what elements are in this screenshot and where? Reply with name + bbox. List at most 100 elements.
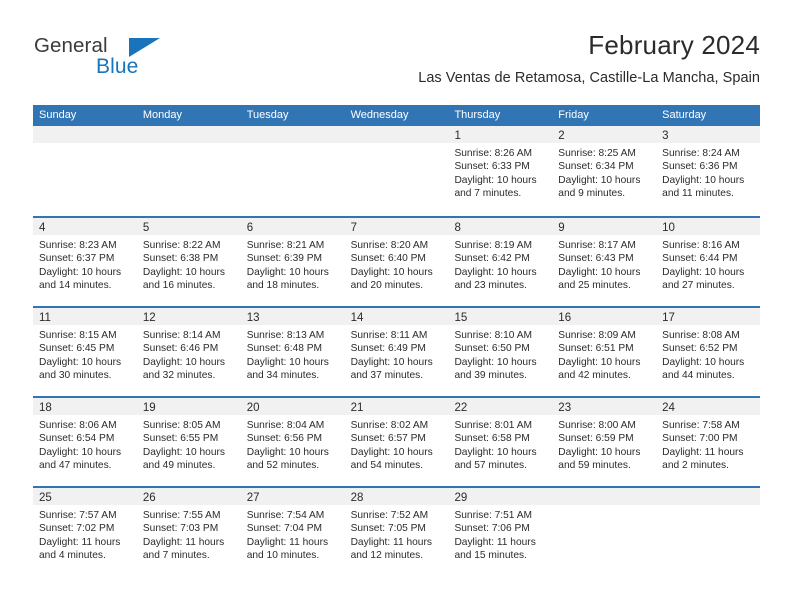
day-detail-body: Sunrise: 8:10 AM Sunset: 6:50 PM Daylight:…: [448, 325, 552, 383]
calendar-day-cell[interactable]: 24 Sunrise: 7:58 AM Sunset: 7:00 PM Dayligh…: [656, 398, 761, 486]
daylight-text-line2: and 42 minutes.: [558, 370, 631, 382]
sunset-text: Sunset: 6:49 PM: [350, 343, 426, 355]
calendar-day-cell[interactable]: 9 Sunrise: 8:17 AM Sunset: 6:43 PM Daylight…: [552, 218, 657, 306]
sunset-text: Sunset: 6:38 PM: [142, 253, 219, 265]
calendar-empty-cell: [240, 126, 345, 216]
day-detail-body: Sunrise: 8:21 AM Sunset: 6:39 PM Daylight:…: [241, 235, 345, 293]
daylight-text-line1: Daylight: 10 hours: [39, 356, 122, 368]
daylight-text-line2: and 9 minutes.: [558, 188, 626, 200]
daylight-text-line1: Daylight: 11 hours: [39, 536, 121, 548]
calendar-day-cell[interactable]: 17 Sunrise: 8:08 AM Sunset: 6:52 PM Dayligh…: [656, 308, 761, 396]
sunrise-text: Sunrise: 8:26 AM: [454, 148, 533, 159]
sunset-text: Sunset: 6:57 PM: [350, 433, 426, 445]
day-number-band: [344, 126, 449, 143]
sunset-text: Sunset: 7:02 PM: [39, 523, 115, 535]
day-number-band: [656, 488, 761, 505]
calendar-day-cell[interactable]: 23 Sunrise: 8:00 AM Sunset: 6:59 PM Dayligh…: [552, 398, 657, 486]
daylight-text-line2: and 37 minutes.: [350, 370, 424, 382]
sunset-text: Sunset: 6:42 PM: [454, 253, 530, 265]
day-number-band: [552, 488, 657, 505]
daylight-text-line2: and 25 minutes.: [558, 280, 631, 292]
sunset-text: Sunset: 6:33 PM: [454, 161, 530, 173]
sunrise-text: Sunrise: 8:22 AM: [142, 240, 221, 251]
calendar-day-cell[interactable]: 15 Sunrise: 8:10 AM Sunset: 6:50 PM Dayligh…: [448, 308, 553, 396]
calendar-day-cell[interactable]: 20 Sunrise: 8:04 AM Sunset: 6:56 PM Dayligh…: [240, 398, 345, 486]
daylight-text-line2: and 15 minutes.: [454, 550, 527, 562]
sunset-text: Sunset: 7:04 PM: [246, 523, 323, 535]
daylight-text-line1: Daylight: 10 hours: [454, 446, 537, 458]
daylight-text-line2: and 16 minutes.: [142, 280, 216, 292]
day-number: 17: [662, 312, 675, 324]
day-detail-body: Sunrise: 8:09 AM Sunset: 6:51 PM Daylight:…: [552, 325, 656, 383]
day-number-band: 8: [448, 218, 553, 235]
day-number: 25: [39, 492, 52, 504]
day-detail-body: Sunrise: 8:05 AM Sunset: 6:55 PM Daylight:…: [137, 415, 241, 473]
day-number-band: [136, 126, 241, 143]
calendar-day-cell[interactable]: 2 Sunrise: 8:25 AM Sunset: 6:34 PM Daylight…: [552, 126, 657, 216]
calendar-day-cell[interactable]: 5 Sunrise: 8:22 AM Sunset: 6:38 PM Daylight…: [136, 218, 241, 306]
title-block: February 2024 Las Ventas de Retamosa, Ca…: [200, 28, 760, 89]
calendar-day-cell[interactable]: 16 Sunrise: 8:09 AM Sunset: 6:51 PM Dayligh…: [552, 308, 657, 396]
generalblue-logo[interactable]: General Blue: [33, 34, 213, 90]
calendar-week-row: 18 Sunrise: 8:06 AM Sunset: 6:54 PM Dayligh…: [33, 396, 761, 486]
calendar-day-cell[interactable]: 29 Sunrise: 7:51 AM Sunset: 7:06 PM Dayligh…: [448, 488, 553, 576]
day-number: 12: [142, 312, 156, 324]
calendar-day-cell[interactable]: 3 Sunrise: 8:24 AM Sunset: 6:36 PM Daylight…: [656, 126, 761, 216]
calendar-day-cell[interactable]: 28 Sunrise: 7:52 AM Sunset: 7:05 PM Dayligh…: [344, 488, 449, 576]
day-detail-body: Sunrise: 7:55 AM Sunset: 7:03 PM Daylight:…: [137, 505, 241, 563]
calendar-day-cell[interactable]: 1 Sunrise: 8:26 AM Sunset: 6:33 PM Daylight…: [448, 126, 553, 216]
calendar-day-cell[interactable]: 27 Sunrise: 7:54 AM Sunset: 7:04 PM Dayligh…: [240, 488, 345, 576]
day-detail-body: Sunrise: 8:17 AM Sunset: 6:43 PM Daylight:…: [552, 235, 656, 293]
calendar-day-cell[interactable]: 4 Sunrise: 8:23 AM Sunset: 6:37 PM Daylight…: [33, 218, 137, 306]
day-detail-body: Sunrise: 7:58 AM Sunset: 7:00 PM Daylight:…: [656, 415, 760, 473]
calendar-day-cell[interactable]: 26 Sunrise: 7:55 AM Sunset: 7:03 PM Dayligh…: [136, 488, 241, 576]
sunrise-text: Sunrise: 8:02 AM: [350, 420, 429, 431]
day-number: 4: [39, 222, 46, 234]
calendar-weeks: 1 Sunrise: 8:26 AM Sunset: 6:33 PM Daylight…: [33, 126, 761, 576]
daylight-text-line2: and 34 minutes.: [246, 370, 320, 382]
weekday-header-friday: Friday: [558, 109, 589, 121]
day-number-band: 15: [448, 308, 553, 325]
day-number-band: 19: [136, 398, 241, 415]
sunrise-text: Sunrise: 8:16 AM: [662, 240, 740, 251]
calendar-day-cell[interactable]: 25 Sunrise: 7:57 AM Sunset: 7:02 PM Dayligh…: [33, 488, 137, 576]
day-number-band: [240, 126, 345, 143]
calendar-day-cell[interactable]: 14 Sunrise: 8:11 AM Sunset: 6:49 PM Dayligh…: [344, 308, 449, 396]
daylight-text-line2: and 20 minutes.: [350, 280, 424, 292]
weekday-header-thursday: Thursday: [454, 109, 501, 121]
sunrise-text: Sunrise: 7:51 AM: [454, 510, 533, 521]
daylight-text-line2: and 52 minutes.: [246, 460, 320, 472]
calendar-day-cell[interactable]: 6 Sunrise: 8:21 AM Sunset: 6:39 PM Daylight…: [240, 218, 345, 306]
day-number-band: 1: [448, 126, 553, 143]
calendar-day-cell[interactable]: 11 Sunrise: 8:15 AM Sunset: 6:45 PM Dayligh…: [33, 308, 137, 396]
daylight-text-line2: and 12 minutes.: [350, 550, 424, 562]
calendar-day-cell[interactable]: 10 Sunrise: 8:16 AM Sunset: 6:44 PM Dayligh…: [656, 218, 761, 306]
sunrise-text: Sunrise: 8:19 AM: [454, 240, 533, 251]
day-number-band: 14: [344, 308, 449, 325]
logo-text-blue: Blue: [96, 55, 139, 78]
sunrise-text: Sunrise: 8:06 AM: [39, 420, 117, 431]
sunrise-text: Sunrise: 8:13 AM: [246, 330, 325, 341]
day-detail-body: Sunrise: 8:01 AM Sunset: 6:58 PM Daylight:…: [448, 415, 552, 473]
daylight-text-line1: Daylight: 10 hours: [350, 266, 433, 278]
calendar-day-cell[interactable]: 12 Sunrise: 8:14 AM Sunset: 6:46 PM Dayligh…: [136, 308, 241, 396]
calendar-day-cell[interactable]: 13 Sunrise: 8:13 AM Sunset: 6:48 PM Dayligh…: [240, 308, 345, 396]
weekday-header-sunday: Sunday: [39, 109, 77, 121]
daylight-text-line1: Daylight: 10 hours: [350, 446, 433, 458]
calendar-day-cell[interactable]: 22 Sunrise: 8:01 AM Sunset: 6:58 PM Dayligh…: [448, 398, 553, 486]
sunset-text: Sunset: 7:05 PM: [350, 523, 426, 535]
day-detail-body: Sunrise: 7:51 AM Sunset: 7:06 PM Daylight:…: [448, 505, 552, 563]
calendar-day-cell[interactable]: 7 Sunrise: 8:20 AM Sunset: 6:40 PM Daylight…: [344, 218, 449, 306]
daylight-text-line1: Daylight: 10 hours: [558, 266, 641, 278]
calendar-day-cell[interactable]: 19 Sunrise: 8:05 AM Sunset: 6:55 PM Dayligh…: [136, 398, 241, 486]
day-detail-body: Sunrise: 8:19 AM Sunset: 6:42 PM Daylight:…: [448, 235, 552, 293]
daylight-text-line1: Daylight: 10 hours: [39, 446, 122, 458]
sunrise-text: Sunrise: 7:54 AM: [246, 510, 325, 521]
sunset-text: Sunset: 6:54 PM: [39, 433, 115, 445]
daylight-text-line2: and 44 minutes.: [662, 370, 735, 382]
calendar-day-cell[interactable]: 8 Sunrise: 8:19 AM Sunset: 6:42 PM Daylight…: [448, 218, 553, 306]
weekday-header-saturday: Saturday: [662, 109, 707, 121]
daylight-text-line1: Daylight: 11 hours: [350, 536, 432, 548]
calendar-day-cell[interactable]: 21 Sunrise: 8:02 AM Sunset: 6:57 PM Dayligh…: [344, 398, 449, 486]
calendar-day-cell[interactable]: 18 Sunrise: 8:06 AM Sunset: 6:54 PM Dayligh…: [33, 398, 137, 486]
